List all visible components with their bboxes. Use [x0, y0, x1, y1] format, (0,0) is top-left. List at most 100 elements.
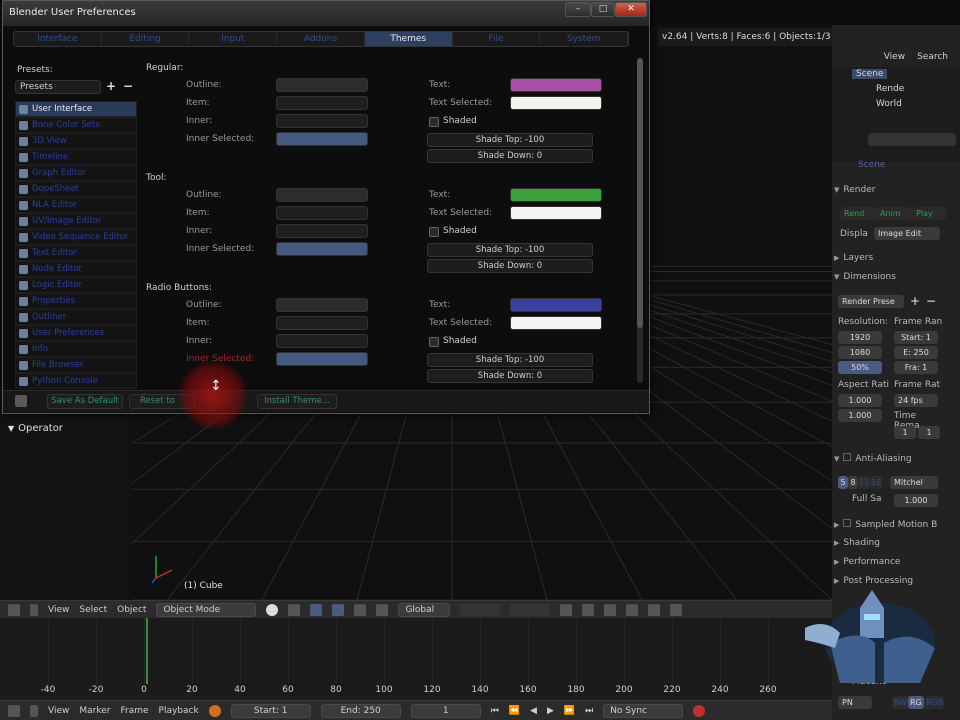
menu-view[interactable]: View [48, 706, 69, 716]
maximize-button[interactable]: □ [591, 2, 615, 17]
theme-editor-python-console[interactable]: Python Console [15, 373, 137, 389]
frame-start-field[interactable]: Start: 1 [894, 331, 938, 344]
menu-select[interactable]: Select [79, 605, 107, 615]
menu-view[interactable]: View [48, 605, 69, 615]
menu-marker[interactable]: Marker [79, 706, 110, 716]
aa-samples-16[interactable]: 16 [870, 476, 882, 489]
theme-editor-nla-editor[interactable]: NLA Editor [15, 197, 137, 213]
current-frame-cursor[interactable] [146, 618, 148, 684]
radio-buttons-inner-color[interactable] [276, 334, 368, 348]
remove-preset-icon[interactable]: − [926, 294, 936, 308]
tab-addons[interactable]: Addons [277, 32, 365, 46]
tool-shade-top-field[interactable]: Shade Top: -100 [427, 243, 593, 257]
radio-buttons-text-selected-color[interactable] [510, 316, 602, 330]
regular-outline-color[interactable] [276, 78, 368, 92]
outliner-render[interactable]: Rende [876, 84, 904, 94]
keying-record-icon[interactable] [693, 704, 706, 717]
transform-orientation-select[interactable]: Global [398, 602, 451, 617]
close-button[interactable]: ✕ [615, 2, 647, 17]
translate-icon[interactable] [332, 603, 345, 616]
display-select[interactable]: Image Edit [874, 227, 940, 240]
outliner[interactable]: Scene Rende World [832, 67, 960, 162]
theme-editor-outliner[interactable]: Outliner [15, 309, 137, 325]
tab-themes[interactable]: Themes [364, 32, 453, 46]
window-titlebar[interactable]: Blender User Preferences – □ ✕ [3, 1, 649, 26]
tool-inner-color[interactable] [276, 224, 368, 238]
tab-interface[interactable]: Interface [14, 32, 102, 46]
save-as-default-button[interactable]: Save As Default [47, 394, 123, 409]
remove-preset-icon[interactable]: − [123, 79, 133, 93]
properties-context-tabs[interactable] [868, 133, 956, 146]
file-format-select[interactable]: PN [838, 696, 872, 709]
theme-editor-file-browser[interactable]: File Browser [15, 357, 137, 373]
theme-editor-text-editor[interactable]: Text Editor [15, 245, 137, 261]
theme-editor-node-editor[interactable]: Node Editor [15, 261, 137, 277]
fps-select[interactable]: 24 fps [894, 394, 938, 407]
tool-outline-color[interactable] [276, 188, 368, 202]
editor-type-icon[interactable] [8, 704, 20, 717]
theme-editor-user-preferences[interactable]: User Preferences [15, 325, 137, 341]
end-frame-field[interactable]: End: 250 [320, 703, 401, 718]
aa-filter-size-field[interactable]: 1.000 [894, 494, 938, 507]
theme-editor-timeline[interactable]: Timeline [15, 149, 137, 165]
color-rgba-button[interactable]: RGB [924, 696, 944, 709]
outliner-world[interactable]: World [876, 99, 902, 109]
theme-editor-dopesheet[interactable]: DopeSheet [15, 181, 137, 197]
theme-editor-user-interface[interactable]: User Interface [15, 101, 137, 117]
render-presets-select[interactable]: Render Prese [838, 295, 904, 308]
play-reverse-icon[interactable]: ◀ [530, 706, 537, 716]
frame-step-field[interactable]: Fra: 1 [894, 361, 938, 374]
panel-post-processing-header[interactable]: ▶ Post Processing [834, 576, 958, 586]
aa-samples-5[interactable]: 5 [838, 476, 848, 489]
resolution-x-field[interactable]: 1920 [838, 331, 882, 344]
add-preset-icon[interactable]: + [910, 294, 920, 308]
frame-end-field[interactable]: E: 250 [894, 346, 938, 359]
render-anim-icon[interactable] [670, 603, 683, 616]
start-frame-field[interactable]: Start: 1 [230, 703, 311, 718]
resolution-y-field[interactable]: 1080 [838, 346, 882, 359]
tool-item-color[interactable] [276, 206, 368, 220]
theme-editor-logic-editor[interactable]: Logic Editor [15, 277, 137, 293]
play-icon[interactable]: ▶ [547, 706, 554, 716]
regular-inner-color[interactable] [276, 114, 368, 128]
tool-shade-down-field[interactable]: Shade Down: 0 [427, 259, 593, 273]
regular-inner-selected-color[interactable] [276, 132, 368, 146]
lock-icon[interactable] [560, 603, 573, 616]
outliner-search[interactable]: Search [917, 52, 948, 66]
layers-icon-2[interactable] [510, 603, 551, 616]
theme-editor-info[interactable]: Info [15, 341, 137, 357]
radio-buttons-shaded-checkbox[interactable] [429, 337, 439, 347]
scrollbar-thumb[interactable] [637, 58, 643, 328]
themes-scrollbar[interactable] [637, 58, 643, 383]
timeline-area[interactable]: -40 -20 0 20 40 60 80 100 120 140 160 180 200 220 240 2… [0, 618, 832, 700]
radio-buttons-item-color[interactable] [276, 316, 368, 330]
tab-input[interactable]: Input [189, 32, 278, 46]
menu-toggle-icon[interactable] [30, 603, 38, 616]
theme-editor-graph-editor[interactable]: Graph Editor [15, 165, 137, 181]
current-frame-field[interactable]: 1 [410, 703, 481, 718]
time-remap-old-field[interactable]: 1 [894, 426, 916, 439]
color-rgb-button[interactable]: RG [908, 696, 924, 709]
scale-icon[interactable] [376, 603, 389, 616]
manipulator-icon[interactable] [310, 603, 323, 616]
radio-buttons-outline-color[interactable] [276, 298, 368, 312]
snap-icon[interactable] [604, 603, 617, 616]
play-button[interactable]: Play [912, 207, 946, 220]
aa-filter-select[interactable]: Mitchel [890, 476, 938, 489]
radio-buttons-shade-down-field[interactable]: Shade Down: 0 [427, 369, 593, 383]
theme-editor-uv-image-editor[interactable]: UV/Image Editor [15, 213, 137, 229]
aa-samples-8[interactable]: 8 [848, 476, 858, 489]
panel-render-header[interactable]: ▼ Render [834, 185, 958, 195]
pivot-icon[interactable] [288, 603, 301, 616]
viewport-shading-icon[interactable] [266, 603, 279, 616]
aspect-y-field[interactable]: 1.000 [838, 409, 882, 422]
regular-item-color[interactable] [276, 96, 368, 110]
theme-editor-bone-color-sets[interactable]: Bone Color Sets [15, 117, 137, 133]
tab-system[interactable]: System [540, 32, 629, 46]
render-opengl-icon[interactable] [648, 603, 661, 616]
menu-frame[interactable]: Frame [120, 706, 148, 716]
jump-start-icon[interactable]: ⏮ [491, 706, 499, 716]
theme-editor-video-sequence-editor[interactable]: Video Sequence Editor [15, 229, 137, 245]
radio-buttons-shade-top-field[interactable]: Shade Top: -100 [427, 353, 593, 367]
outliner-view-menu[interactable]: View [884, 52, 905, 66]
